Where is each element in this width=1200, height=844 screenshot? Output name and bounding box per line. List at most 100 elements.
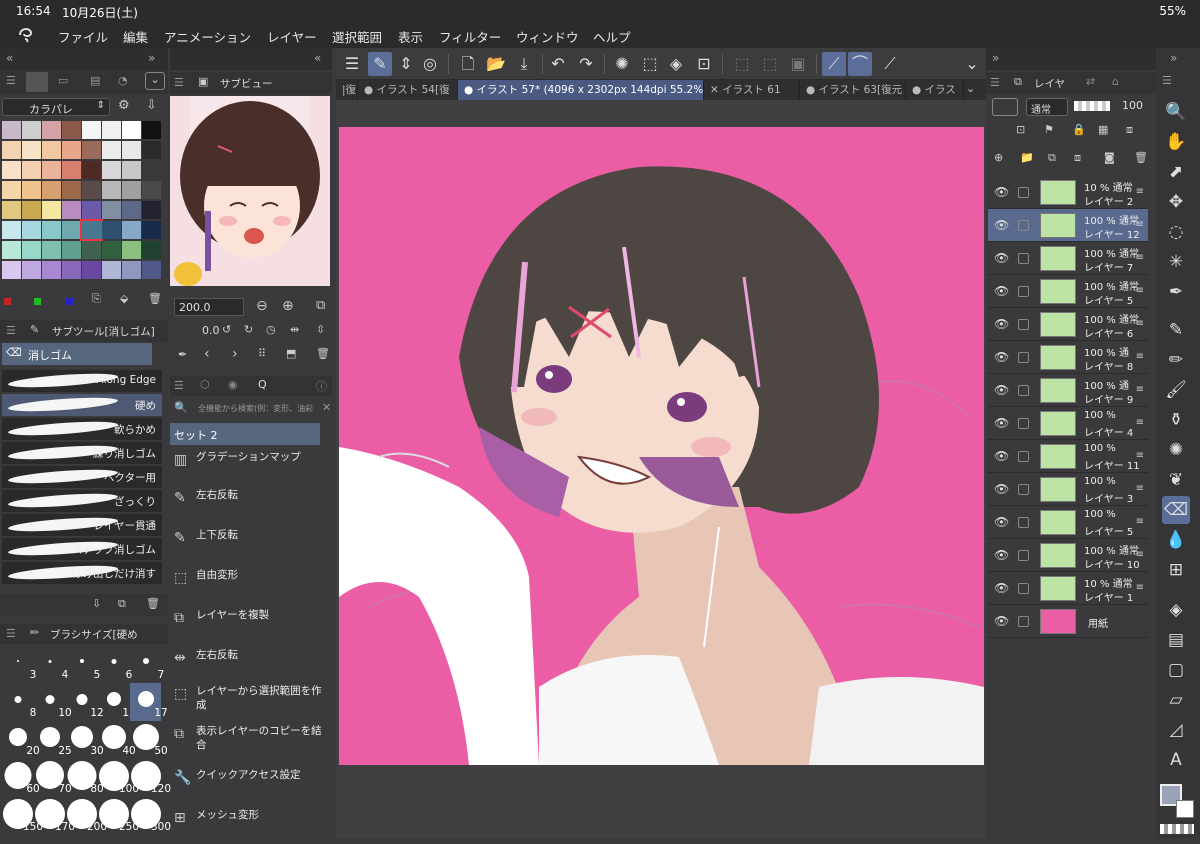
layer-menu-icon[interactable]: ≡ (1136, 384, 1144, 395)
reference-icon[interactable]: ⚑ (1044, 123, 1054, 136)
palette-swatch[interactable] (22, 141, 41, 159)
layer-row[interactable]: 👁 100 % 通常 レイヤー 5 ≡ (988, 275, 1148, 308)
visibility-icon[interactable]: 👁 (994, 350, 1009, 364)
layer-select-checkbox[interactable] (1018, 418, 1029, 429)
palette-swatch[interactable] (42, 261, 61, 279)
expand-right-icon[interactable]: » (148, 51, 155, 65)
color-set-dropdown[interactable]: カラパレ ⇕ (2, 98, 110, 116)
menu-view[interactable]: 表示 (398, 27, 423, 46)
palette-swatch[interactable] (102, 241, 121, 259)
prev-image-icon[interactable]: ‹ (204, 346, 210, 362)
palette-swatch[interactable] (22, 241, 41, 259)
panel-menu-icon[interactable]: ☰ (174, 76, 184, 89)
add-color-icon[interactable]: ⎘ (92, 292, 101, 306)
eyedropper-tool-icon[interactable]: ✒ (1162, 278, 1190, 306)
palette-swatch[interactable] (62, 161, 81, 179)
info-tab-icon[interactable]: ⓘ (316, 378, 327, 394)
text-tool-icon[interactable]: A (1162, 746, 1190, 774)
zoom-out-icon[interactable]: ⊖ (256, 298, 268, 314)
visibility-icon[interactable]: 👁 (994, 185, 1009, 199)
palette-swatch[interactable] (22, 201, 41, 219)
trash-icon[interactable]: 🗑 (146, 597, 160, 610)
layer-select-checkbox[interactable] (1018, 319, 1029, 330)
tab-doc-active[interactable]: ● イラスト 57* (4096 x 2302px 144dpi 55.2%) (458, 80, 704, 100)
lasso-tool-icon[interactable]: ◌ (1162, 218, 1190, 246)
copy-layer-icon[interactable]: ⧉ (1048, 151, 1056, 165)
quick-access-item[interactable]: ⇹ 左右反転 (170, 644, 330, 684)
brush-size-option[interactable]: 5 (66, 645, 100, 683)
frame-tool-icon[interactable]: ▱ (1162, 686, 1190, 714)
decoration-tool-icon[interactable]: ✺ (1162, 436, 1190, 464)
subtool-group-eraser[interactable]: ⌫ 消しゴム (2, 343, 152, 365)
palette-swatch[interactable] (2, 201, 21, 219)
expand-left-icon[interactable]: « (314, 51, 321, 65)
wrench-icon[interactable]: ⚙ (118, 98, 130, 113)
layer-select-checkbox[interactable] (1018, 187, 1029, 198)
palette-swatch[interactable] (62, 121, 81, 139)
menu-selection[interactable]: 選択範囲 (332, 27, 382, 46)
subtool-item[interactable]: 硬め (2, 394, 162, 416)
palette-swatch[interactable] (122, 221, 141, 239)
palette-swatch[interactable] (102, 261, 121, 279)
hand-tool-icon[interactable]: ✋ (1162, 128, 1190, 156)
duplicate-icon[interactable]: ⧉ (118, 597, 126, 611)
zoom-input[interactable]: 200.0 (174, 298, 244, 316)
quick-access-tab-icon[interactable]: Q (258, 378, 267, 391)
palette-swatch[interactable] (42, 141, 61, 159)
new-raster-layer-icon[interactable]: ⊕ (994, 151, 1003, 164)
layer-menu-icon[interactable]: ≡ (1136, 318, 1144, 329)
clear-search-icon[interactable]: ✕ (322, 401, 331, 414)
brush-size-option[interactable]: 170 (34, 797, 75, 835)
subtool-item[interactable]: はみ出しだけ消す (2, 562, 162, 584)
layer-select-checkbox[interactable] (1018, 352, 1029, 363)
tab-doc[interactable]: ✕ イラスト 61 (704, 80, 800, 100)
menu-edit[interactable]: 編集 (123, 27, 148, 46)
palette-swatch[interactable] (22, 161, 41, 179)
layer-select-checkbox[interactable] (1018, 385, 1029, 396)
open-folder-icon[interactable]: 📂 (484, 52, 508, 76)
palette-swatch[interactable] (122, 141, 141, 159)
ruler-snap-icon[interactable]: ⟋ (822, 52, 846, 76)
layer-menu-icon[interactable]: ≡ (1136, 516, 1144, 527)
layer-menu-icon[interactable]: ≡ (1136, 219, 1144, 230)
brush-size-option[interactable]: 40 (98, 721, 136, 759)
flip-vertical-icon[interactable]: ⇳ (316, 323, 325, 336)
clear-selection-icon[interactable]: ⬚ (638, 52, 662, 76)
layer-menu-icon[interactable]: ≡ (1136, 186, 1144, 197)
ruler-icon[interactable]: ⟋ (878, 52, 902, 76)
rotate-left-icon[interactable]: ↺ (222, 323, 231, 336)
palette-swatch[interactable] (122, 121, 141, 139)
visibility-icon[interactable]: 👁 (994, 416, 1009, 430)
eraser-tool-icon[interactable]: ⌫ (1162, 496, 1190, 524)
loading-icon[interactable]: ✺ (610, 52, 634, 76)
quick-access-item[interactable]: ⧉ レイヤーを複製 (170, 604, 330, 644)
layer-select-checkbox[interactable] (1018, 253, 1029, 264)
pen-tool-icon[interactable]: ✎ (1162, 316, 1190, 344)
fill-icon[interactable]: ◈ (664, 52, 688, 76)
brush-size-option[interactable]: 50 (130, 721, 168, 759)
menu-animation[interactable]: アニメーション (164, 27, 251, 46)
palette-swatch[interactable] (80, 219, 103, 241)
brush-size-option[interactable]: 300 (130, 797, 171, 835)
visibility-icon[interactable]: 👁 (994, 515, 1009, 529)
brush-size-option[interactable]: 6 (98, 645, 132, 683)
pen-settings-icon[interactable]: ✎ (368, 52, 392, 76)
brush-tool-icon[interactable]: 🖌 (1162, 376, 1190, 404)
curve-snap-icon[interactable]: ⌒ (848, 52, 872, 76)
panel-menu-icon[interactable]: ☰ (6, 627, 16, 640)
fill-tool-icon[interactable]: ◈ (1162, 596, 1190, 624)
brush-size-option[interactable]: 25 (34, 721, 72, 759)
layer-row[interactable]: 👁 100 % 通常 レイヤー 6 ≡ (988, 308, 1148, 341)
opacity-slider[interactable] (1074, 101, 1110, 111)
trash-icon[interactable]: 🗑 (148, 292, 162, 305)
layer-select-checkbox[interactable] (1018, 451, 1029, 462)
animation-tab-icon[interactable]: ⇄ (1086, 75, 1095, 88)
layer-row[interactable]: 👁 100 % 通レイヤー 8 ≡ (988, 341, 1148, 374)
palette-swatch[interactable] (42, 161, 61, 179)
palette-swatch[interactable] (142, 161, 161, 179)
palette-swatch[interactable] (2, 121, 21, 139)
layer-select-checkbox[interactable] (1018, 550, 1029, 561)
layer-row[interactable]: 👁 100 % レイヤー 11 ≡ (988, 440, 1148, 473)
eyedropper-icon[interactable]: ✒ (178, 348, 187, 361)
palette-swatch[interactable] (102, 201, 121, 219)
